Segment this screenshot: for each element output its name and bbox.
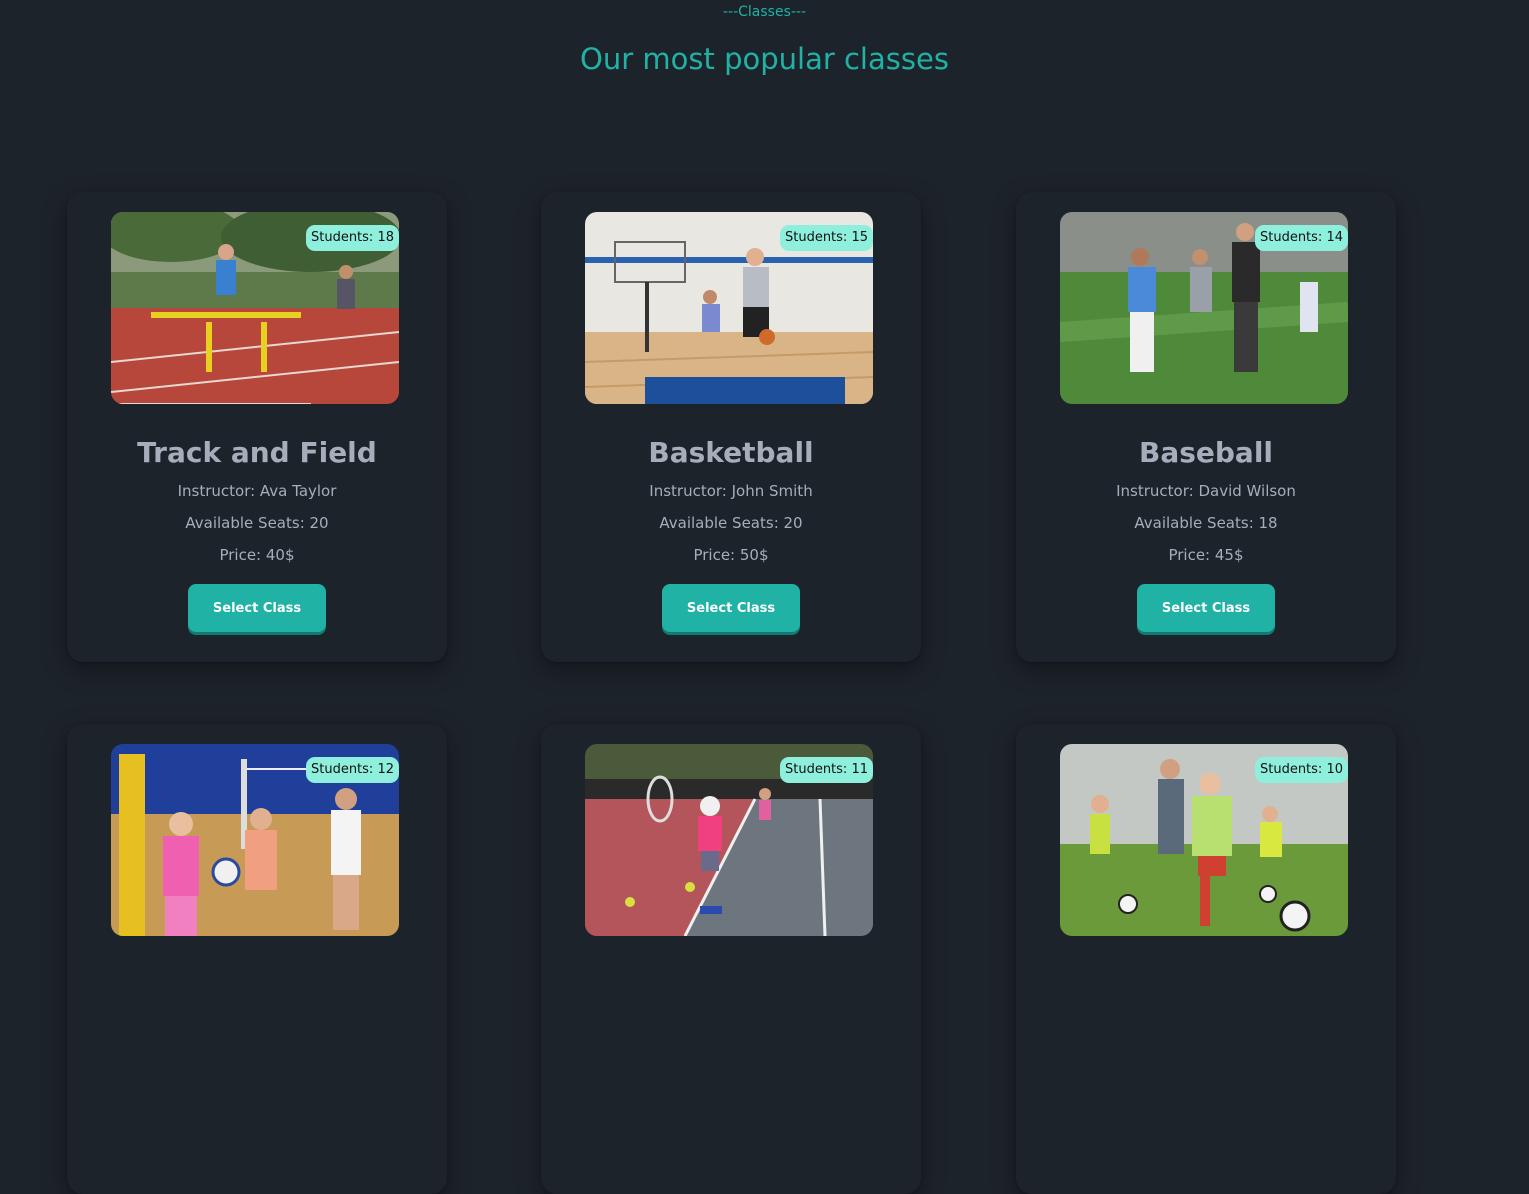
class-instructor: Instructor: John Smith — [649, 482, 813, 500]
class-name: Baseball — [1138, 436, 1274, 469]
class-name: Track and Field — [137, 436, 377, 469]
class-card: Students: 11 — [541, 724, 921, 1194]
class-card: Students: 12 — [67, 724, 447, 1194]
class-name: Basketball — [648, 436, 814, 469]
students-badge: Students: 18 — [305, 225, 399, 251]
class-card: Students: 15 Basketball Instructor: John… — [541, 192, 921, 662]
class-image-basketball: Students: 15 — [585, 212, 873, 404]
class-image-track: Students: 18 — [111, 212, 399, 404]
class-instructor: Instructor: Ava Taylor — [177, 482, 337, 500]
class-image-tennis: Students: 11 — [585, 744, 873, 936]
class-price: Price: 50$ — [693, 546, 769, 564]
class-image-baseball: Students: 14 — [1060, 212, 1348, 404]
select-class-button[interactable]: Select Class — [1137, 584, 1275, 632]
class-card: Students: 14 Baseball Instructor: David … — [1016, 192, 1396, 662]
class-available-seats: Available Seats: 18 — [1134, 514, 1278, 532]
students-badge: Students: 15 — [779, 225, 873, 251]
class-price: Price: 45$ — [1168, 546, 1244, 564]
class-image-soccer: Students: 10 — [1060, 744, 1348, 936]
class-available-seats: Available Seats: 20 — [659, 514, 803, 532]
class-image-volleyball: Students: 12 — [111, 744, 399, 936]
class-card: Students: 18 Track and Field Instructor:… — [67, 192, 447, 662]
classes-grid: Students: 18 Track and Field Instructor:… — [0, 0, 1529, 1194]
class-instructor: Instructor: David Wilson — [1116, 482, 1296, 500]
class-card: Students: 10 — [1016, 724, 1396, 1194]
class-available-seats: Available Seats: 20 — [185, 514, 329, 532]
select-class-button[interactable]: Select Class — [188, 584, 326, 632]
students-badge: Students: 10 — [1254, 757, 1348, 783]
students-badge: Students: 12 — [305, 757, 399, 783]
students-badge: Students: 11 — [779, 757, 873, 783]
select-class-button[interactable]: Select Class — [662, 584, 800, 632]
class-price: Price: 40$ — [219, 546, 295, 564]
students-badge: Students: 14 — [1254, 225, 1348, 251]
